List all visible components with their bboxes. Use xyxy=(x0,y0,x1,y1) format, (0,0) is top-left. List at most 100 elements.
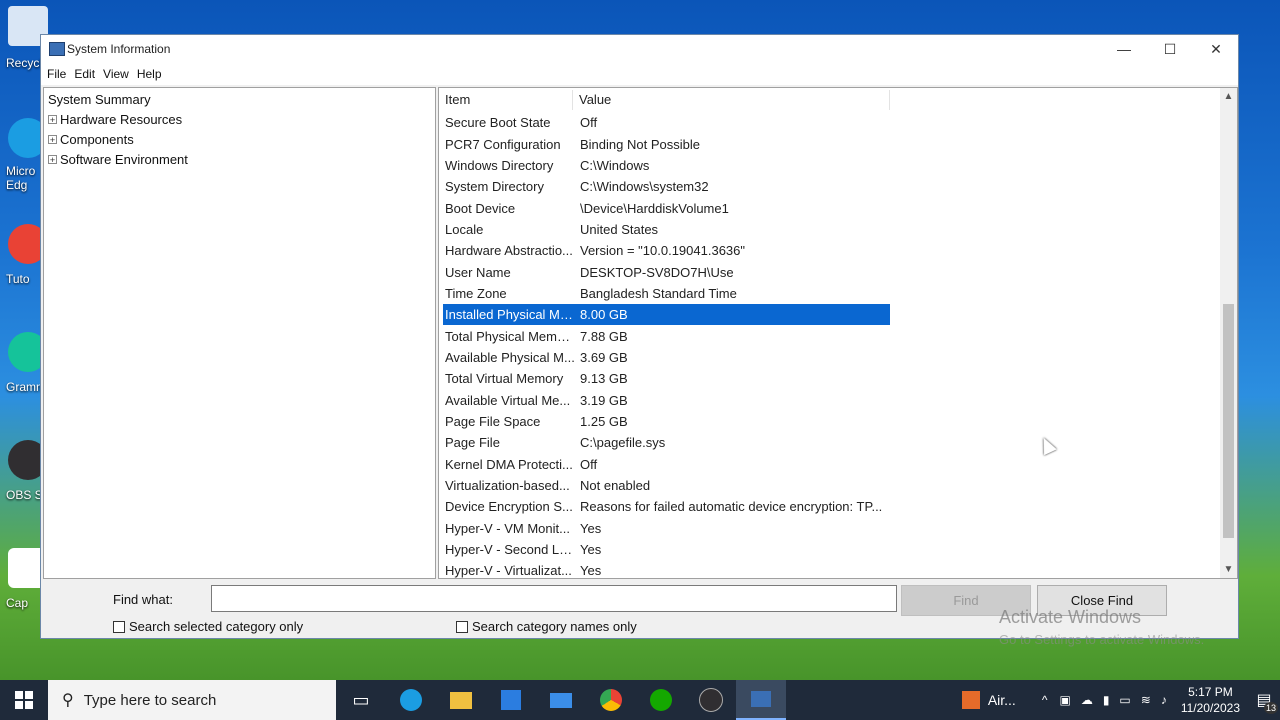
tree-item-system-summary[interactable]: System Summary xyxy=(48,92,151,107)
tree-item-hardware-resources[interactable]: + Hardware Resources xyxy=(48,112,182,127)
mail-icon[interactable] xyxy=(536,680,586,720)
expand-icon[interactable]: + xyxy=(48,155,57,165)
row-value-cell: \Device\HarddiskVolume1 xyxy=(580,200,729,216)
table-row[interactable]: Locale United States xyxy=(443,219,890,240)
tree-item-software-environment[interactable]: + Software Environment xyxy=(48,152,188,167)
wifi-icon[interactable]: ≋ xyxy=(1141,693,1151,707)
expand-icon[interactable]: + xyxy=(48,135,57,145)
search-category-names-checkbox[interactable]: Search category names only xyxy=(456,619,637,634)
table-row[interactable]: Windows Directory C:\Windows xyxy=(443,155,890,176)
table-row[interactable]: Hyper-V - VM Monit... Yes xyxy=(443,518,890,539)
menu-help[interactable]: Help xyxy=(135,67,168,81)
meet-now-icon[interactable]: ▣ xyxy=(1059,693,1070,707)
table-row[interactable]: Hardware Abstractio... Version = "10.0.19… xyxy=(443,240,890,261)
row-value-cell: C:\Windows xyxy=(580,157,650,173)
expand-icon[interactable]: + xyxy=(48,115,57,125)
table-row[interactable]: Boot Device \Device\HarddiskVolume1 xyxy=(443,197,890,218)
table-row[interactable]: Virtualization-based... Not enabled xyxy=(443,475,890,496)
taskbar-search-box[interactable]: ⚲ Type here to search xyxy=(48,680,336,720)
table-row[interactable]: Device Encryption S... Reasons for failed… xyxy=(443,496,890,517)
battery-icon[interactable]: ▭ xyxy=(1119,693,1130,707)
maximize-button[interactable]: ☐ xyxy=(1147,35,1193,63)
table-row[interactable]: Total Physical Memo... 7.88 GB xyxy=(443,325,890,346)
table-row[interactable]: Hyper-V - Second Le... Yes xyxy=(443,539,890,560)
desktop-label-chrome: Tuto xyxy=(6,272,30,286)
row-item-cell: System Directory xyxy=(445,179,544,195)
column-header-item[interactable]: Item xyxy=(439,90,573,110)
clock-date: 11/20/2023 xyxy=(1180,701,1240,715)
table-row[interactable]: Secure Boot State Off xyxy=(443,112,890,133)
weather-text[interactable]: Air... xyxy=(988,692,1016,708)
menu-edit[interactable]: Edit xyxy=(72,67,101,81)
table-row[interactable]: Page File Space 1.25 GB xyxy=(443,411,890,432)
table-row[interactable]: Total Virtual Memory 9.13 GB xyxy=(443,368,890,389)
chevron-up-icon[interactable]: ^ xyxy=(1042,693,1048,707)
scroll-up-icon[interactable]: ▲ xyxy=(1220,88,1237,105)
weather-icon[interactable] xyxy=(961,691,980,709)
row-item-cell: Locale xyxy=(445,221,484,237)
table-row[interactable]: Available Physical M... 3.69 GB xyxy=(443,347,890,368)
edge-taskbar-icon[interactable] xyxy=(386,680,436,720)
row-value-cell: 9.13 GB xyxy=(580,371,628,387)
onedrive-icon[interactable]: ☁ xyxy=(1081,693,1093,707)
checkbox-box[interactable] xyxy=(113,620,125,633)
menu-file[interactable]: File xyxy=(45,67,72,81)
row-item-cell: Secure Boot State xyxy=(445,115,551,131)
row-value-cell: 3.19 GB xyxy=(580,392,628,408)
row-item-cell: Hyper-V - Virtualizat... xyxy=(445,563,572,579)
clock[interactable]: 5:17 PM 11/20/2023 xyxy=(1181,684,1240,716)
search-selected-category-checkbox[interactable]: Search selected category only xyxy=(113,619,303,634)
windows-logo-icon xyxy=(15,691,33,709)
row-value-cell: 1.25 GB xyxy=(580,413,628,429)
task-view-icon[interactable]: ▭ xyxy=(336,680,386,720)
scroll-thumb[interactable] xyxy=(1223,304,1234,538)
table-row[interactable]: Page File C:\pagefile.sys xyxy=(443,432,890,453)
table-row[interactable]: Available Virtual Me... 3.19 GB xyxy=(443,389,890,410)
row-value-cell: Yes xyxy=(580,542,602,558)
close-button[interactable]: ✕ xyxy=(1193,35,1239,63)
checkbox-box[interactable] xyxy=(456,620,468,633)
microsoft-store-icon[interactable] xyxy=(486,680,536,720)
upwork-icon[interactable] xyxy=(636,680,686,720)
search-placeholder: Type here to search xyxy=(83,691,217,709)
row-item-cell: Total Virtual Memory xyxy=(445,371,564,387)
row-value-cell: Version = "10.0.19041.3636" xyxy=(580,243,746,259)
row-item-cell: Device Encryption S... xyxy=(445,499,573,515)
list-rows: Secure Boot State Off PCR7 Configuration Bi… xyxy=(443,112,890,579)
row-item-cell: Page File xyxy=(445,435,500,451)
obs-taskbar-icon[interactable] xyxy=(686,680,736,720)
column-header-value[interactable]: Value xyxy=(573,90,890,110)
tree-label: Software Environment xyxy=(60,152,188,167)
table-row[interactable]: Kernel DMA Protecti... Off xyxy=(443,454,890,475)
start-button[interactable] xyxy=(0,680,48,720)
notification-center-button[interactable]: ▤ 13 xyxy=(1248,680,1280,720)
system-info-taskbar-icon[interactable] xyxy=(736,680,786,720)
find-what-label: Find what: xyxy=(113,592,173,607)
minimize-button[interactable]: — xyxy=(1101,35,1147,63)
row-item-cell: Hyper-V - VM Monit... xyxy=(445,520,570,536)
table-row[interactable]: Installed Physical Me... 8.00 GB xyxy=(443,304,890,326)
volume-icon[interactable]: ♪ xyxy=(1161,693,1167,707)
table-row[interactable]: Hyper-V - Virtualizat... Yes xyxy=(443,560,890,579)
file-explorer-icon[interactable] xyxy=(436,680,486,720)
tree-label: System Summary xyxy=(48,92,151,107)
table-row[interactable]: System Directory C:\Windows\system32 xyxy=(443,176,890,197)
row-item-cell: Boot Device xyxy=(445,200,516,216)
table-row[interactable]: Time Zone Bangladesh Standard Time xyxy=(443,283,890,304)
row-item-cell: Kernel DMA Protecti... xyxy=(445,456,573,472)
row-value-cell: 3.69 GB xyxy=(580,349,628,365)
scroll-down-icon[interactable]: ▼ xyxy=(1220,561,1237,578)
row-item-cell: Available Physical M... xyxy=(445,349,575,365)
row-value-cell: Yes xyxy=(580,563,602,579)
table-row[interactable]: User Name DESKTOP-SV8DO7H\Use xyxy=(443,261,890,282)
vertical-scrollbar[interactable]: ▲ ▼ xyxy=(1220,88,1237,578)
table-row[interactable]: PCR7 Configuration Binding Not Possible xyxy=(443,133,890,154)
microphone-icon[interactable]: ▮ xyxy=(1103,693,1110,707)
tree-item-components[interactable]: + Components xyxy=(48,132,134,147)
system-info-app-icon xyxy=(49,42,65,56)
title-bar[interactable]: System Information — ☐ ✕ xyxy=(41,35,1238,63)
chrome-taskbar-icon[interactable] xyxy=(586,680,636,720)
find-what-input[interactable] xyxy=(211,585,897,612)
menu-view[interactable]: View xyxy=(101,67,135,81)
row-item-cell: Page File Space xyxy=(445,413,541,429)
